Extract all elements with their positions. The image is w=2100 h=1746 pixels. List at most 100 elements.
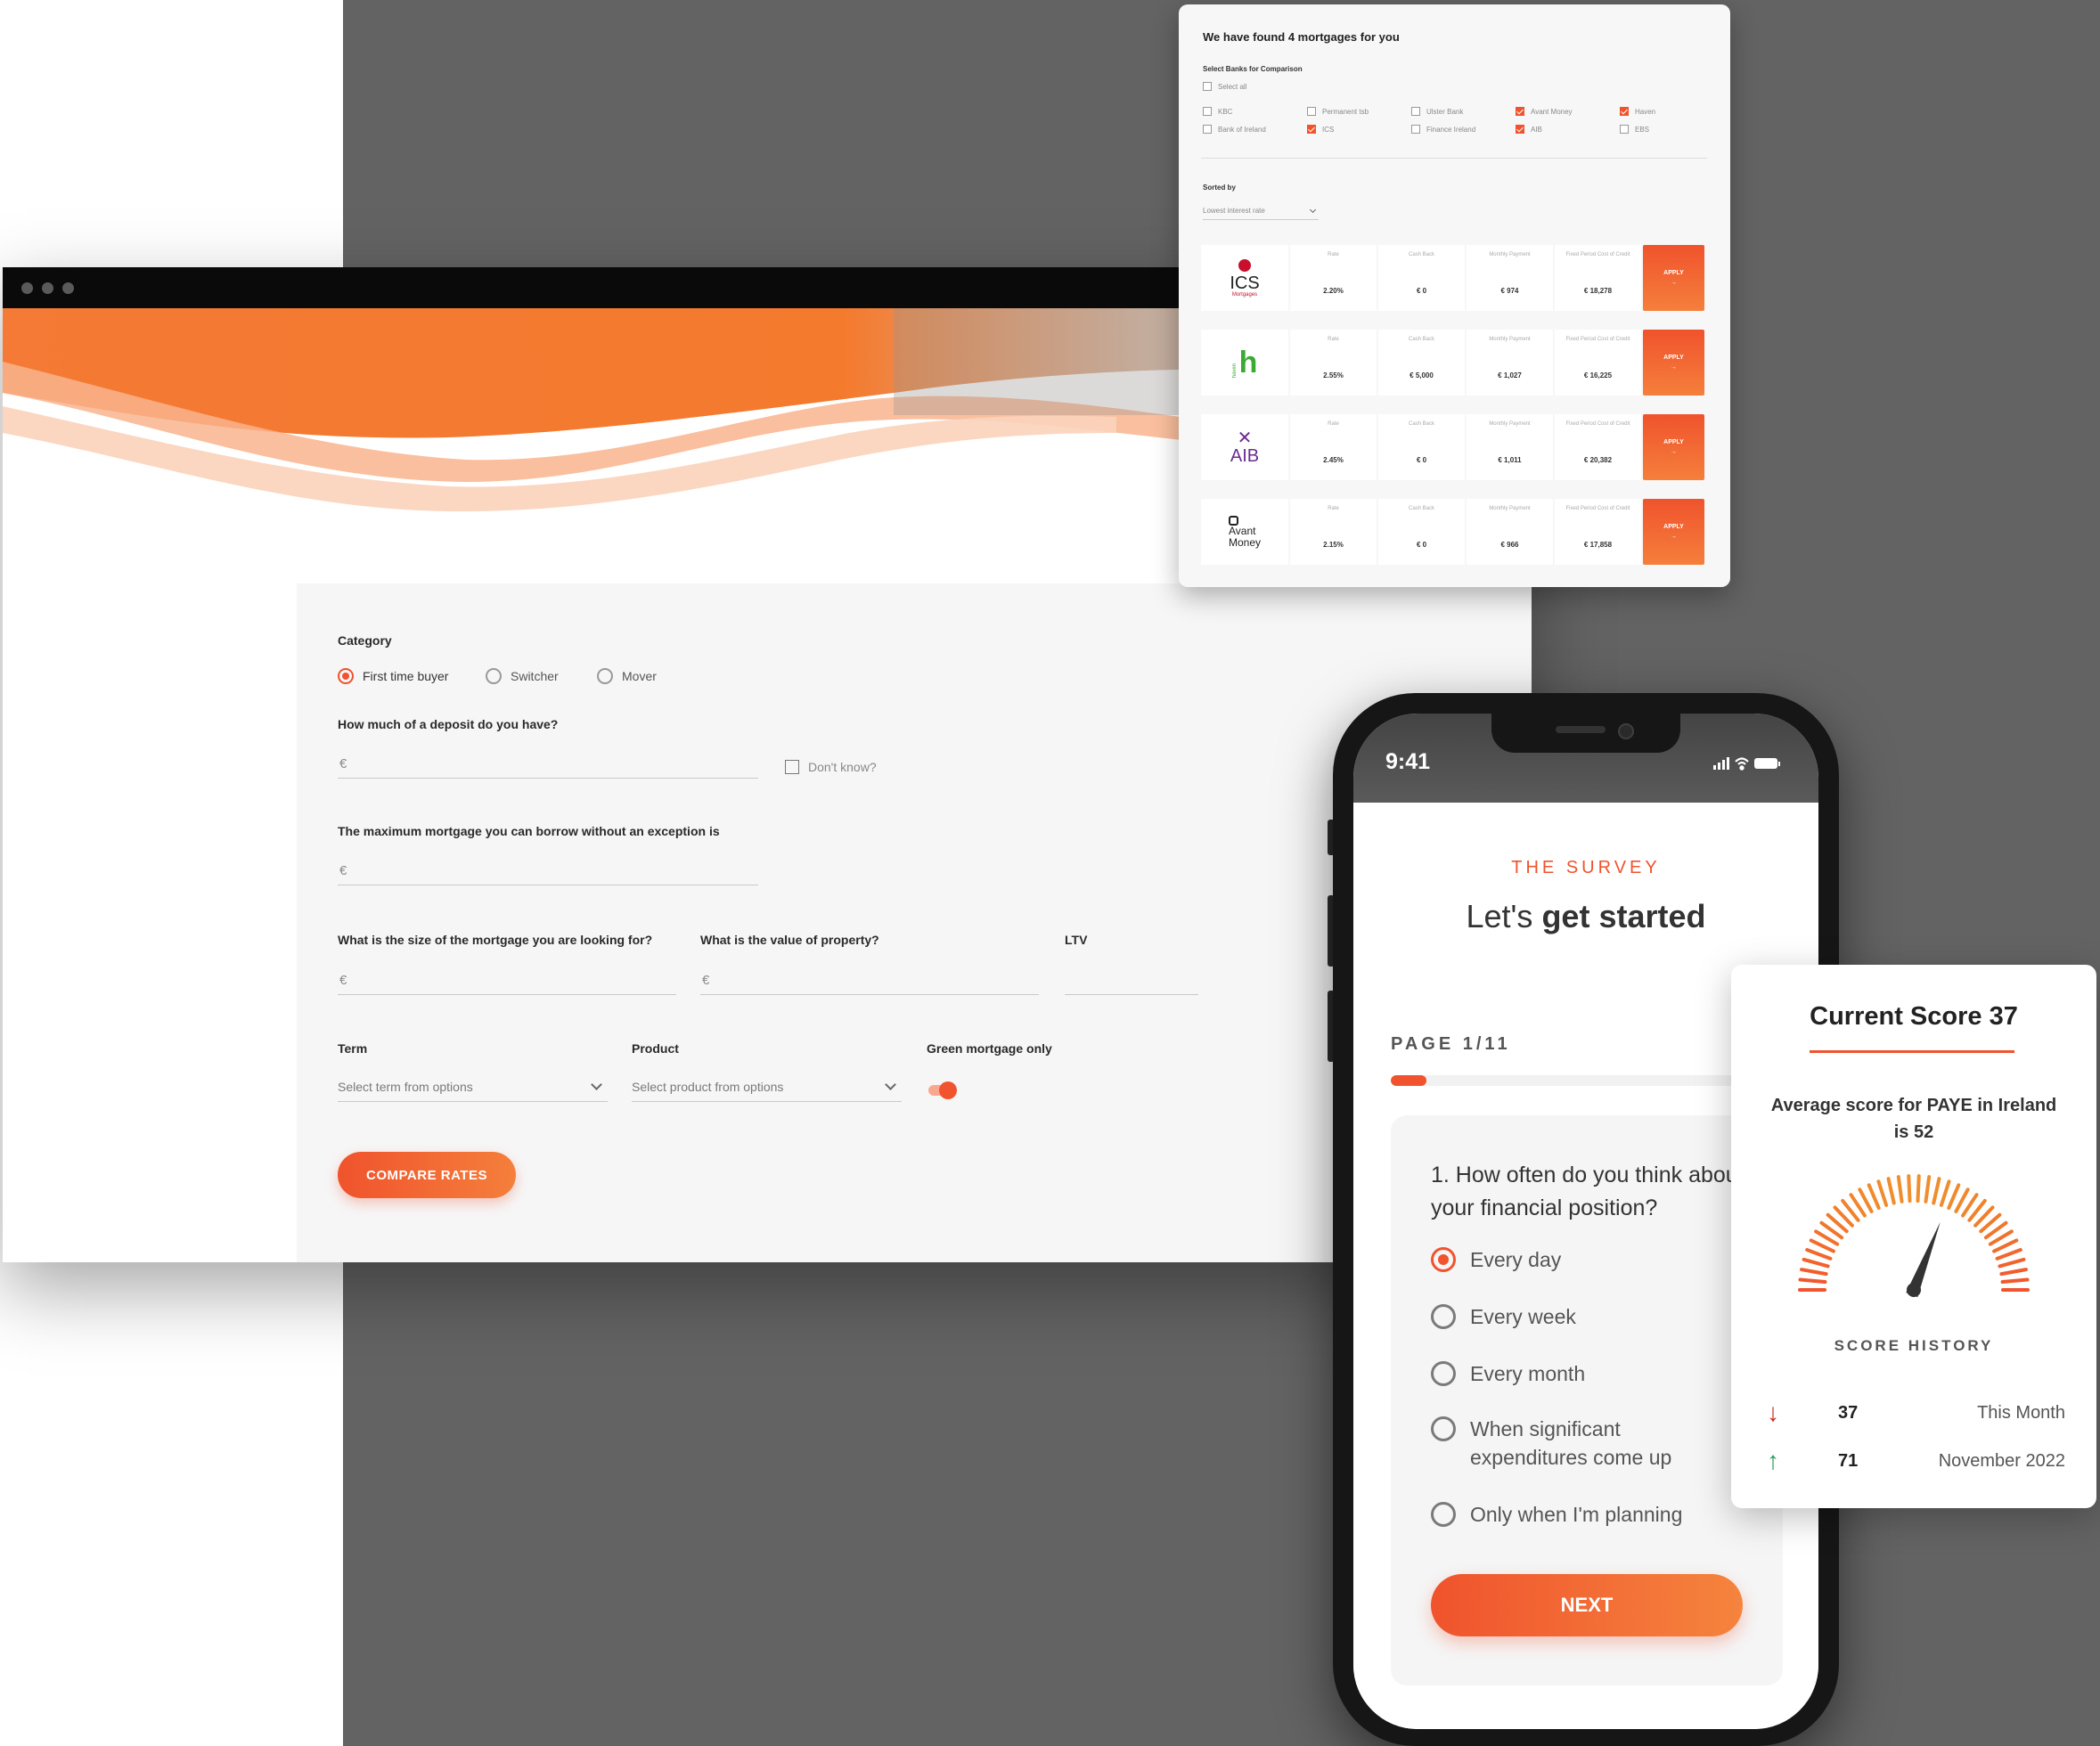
radio-icon <box>1431 1304 1456 1329</box>
gauge-tick <box>1809 1238 1835 1253</box>
logo-text: h <box>1238 346 1258 379</box>
gauge-tick <box>1916 1174 1921 1203</box>
gauge-tick <box>1802 1257 1830 1269</box>
bank-checkbox[interactable] <box>1411 107 1420 116</box>
cell-header: Monthly Payment <box>1489 337 1531 342</box>
bank-label: Finance Ireland <box>1426 126 1476 134</box>
history-score: 37 <box>1838 1403 1859 1423</box>
score-gauge <box>1798 1174 2030 1298</box>
result-cell-monthly: Monthly Payment € 1,027 <box>1467 330 1553 396</box>
wifi-icon <box>1735 757 1749 771</box>
mortgage-size-label: What is the size of the mortgage you are… <box>338 933 653 947</box>
option-label: Every month <box>1470 1362 1586 1385</box>
product-select[interactable]: Select product from options <box>632 1072 902 1102</box>
cell-value: 2.15% <box>1323 541 1344 549</box>
category-option-label: First time buyer <box>363 669 449 683</box>
property-value-input[interactable] <box>700 967 1039 995</box>
max-mortgage-input[interactable] <box>338 857 758 885</box>
ltv-input[interactable] <box>1065 967 1198 995</box>
arrow-right-icon: → <box>1671 534 1677 540</box>
category-switcher[interactable]: Switcher <box>486 668 559 684</box>
green-mortgage-toggle[interactable] <box>928 1081 957 1099</box>
select-banks-label: Select Banks for Comparison <box>1203 65 1303 73</box>
result-cell-monthly: Monthly Payment € 966 <box>1467 499 1553 565</box>
apply-button[interactable]: APPLY → <box>1643 245 1704 311</box>
window-dot[interactable] <box>42 282 53 294</box>
deposit-input[interactable] <box>338 750 758 779</box>
cell-header: Fixed Period Cost of Credit <box>1565 337 1630 342</box>
cell-value: 2.55% <box>1323 371 1344 379</box>
cell-value: € 5,000 <box>1410 371 1434 379</box>
apply-button[interactable]: APPLY → <box>1643 499 1704 565</box>
gauge-tick <box>1995 1248 2022 1261</box>
ics-logo-icon <box>1238 258 1251 272</box>
bank-checkbox[interactable] <box>1411 125 1420 134</box>
score-history-label: SCORE HISTORY <box>1834 1337 1994 1354</box>
result-cell-cashback: Cash Back € 0 <box>1378 414 1465 480</box>
option-every-week[interactable]: Every week <box>1431 1302 1576 1331</box>
survey-title: Let's get started <box>1353 898 1818 935</box>
apply-label: APPLY <box>1663 355 1684 361</box>
cell-value: € 16,225 <box>1583 371 1613 379</box>
cell-value: € 17,858 <box>1583 541 1613 549</box>
result-row: ICS Mortgages Rate 2.20% Cash Back € 0 Monthly… <box>1201 245 1707 311</box>
cell-header: Fixed Period Cost of Credit <box>1565 252 1630 257</box>
cell-value: € 18,278 <box>1583 287 1613 295</box>
window-dot[interactable] <box>62 282 74 294</box>
max-mortgage-label: The maximum mortgage you can borrow with… <box>338 824 720 838</box>
signal-icon <box>1713 757 1729 770</box>
logo-text: AIB <box>1230 446 1260 466</box>
logo-text: ICS <box>1230 273 1260 293</box>
apply-button[interactable]: APPLY → <box>1643 414 1704 480</box>
chevron-down-icon <box>1309 206 1317 213</box>
bank-checkbox[interactable] <box>1203 107 1212 116</box>
result-cell-cost: Fixed Period Cost of Credit € 16,225 <box>1555 330 1641 396</box>
bank-checkbox[interactable] <box>1516 107 1524 116</box>
result-cell-monthly: Monthly Payment € 974 <box>1467 245 1553 311</box>
dont-know-checkbox[interactable]: Don't know? <box>785 760 877 774</box>
next-button[interactable]: NEXT <box>1431 1574 1743 1636</box>
option-when-planning[interactable]: Only when I'm planning <box>1431 1500 1682 1529</box>
bank-checkbox[interactable] <box>1516 125 1524 134</box>
survey-progress-bar <box>1391 1075 1783 1086</box>
gauge-tick <box>1947 1183 1961 1211</box>
bank-checkbox[interactable] <box>1307 107 1316 116</box>
result-row: ✕ AIB Rate 2.45% Cash Back € 0 Monthly Payment… <box>1201 414 1707 480</box>
mortgage-size-input[interactable] <box>338 967 676 995</box>
property-value-label: What is the value of property? <box>700 933 879 947</box>
sort-select[interactable]: Lowest interest rate <box>1203 202 1319 220</box>
bank-checkbox[interactable] <box>1620 125 1629 134</box>
category-first-time-buyer[interactable]: First time buyer <box>338 668 448 684</box>
status-icons <box>1713 757 1780 771</box>
cell-header: Monthly Payment <box>1489 506 1531 511</box>
apply-button[interactable]: APPLY → <box>1643 330 1704 396</box>
select-all-checkbox[interactable] <box>1203 82 1212 91</box>
option-significant-expenditures[interactable]: When significant expenditures come up <box>1431 1415 1698 1472</box>
term-select[interactable]: Select term from options <box>338 1072 608 1102</box>
question-card: 1. How often do you think about your fin… <box>1391 1115 1783 1685</box>
option-every-month[interactable]: Every month <box>1431 1359 1585 1388</box>
cell-header: Rate <box>1328 506 1339 511</box>
bank-checkbox[interactable] <box>1203 125 1212 134</box>
title-bold: get started <box>1541 898 1706 934</box>
category-mover[interactable]: Mover <box>597 668 657 684</box>
gauge-hub <box>1907 1283 1921 1297</box>
title-light: Let's <box>1466 898 1542 934</box>
cell-value: € 966 <box>1500 541 1519 549</box>
cell-header: Cash Back <box>1408 421 1434 427</box>
chevron-down-icon <box>591 1079 602 1090</box>
compare-rates-button[interactable]: COMPARE RATES <box>338 1152 516 1198</box>
window-dot[interactable] <box>21 282 33 294</box>
term-select-value: Select term from options <box>338 1079 473 1094</box>
gauge-tick <box>1798 1277 1827 1285</box>
gauge-tick <box>1907 1174 1912 1203</box>
checkbox-icon <box>785 760 799 774</box>
gauge-tick <box>1886 1177 1896 1205</box>
result-cell-cost: Fixed Period Cost of Credit € 20,382 <box>1555 414 1641 480</box>
bank-checkbox[interactable] <box>1307 125 1316 134</box>
sorted-by-label: Sorted by <box>1203 184 1236 192</box>
option-every-day[interactable]: Every day <box>1431 1245 1561 1274</box>
bank-checkbox[interactable] <box>1620 107 1629 116</box>
result-cell-rate: Rate 2.45% <box>1290 414 1377 480</box>
result-cell-rate: Rate 2.55% <box>1290 330 1377 396</box>
